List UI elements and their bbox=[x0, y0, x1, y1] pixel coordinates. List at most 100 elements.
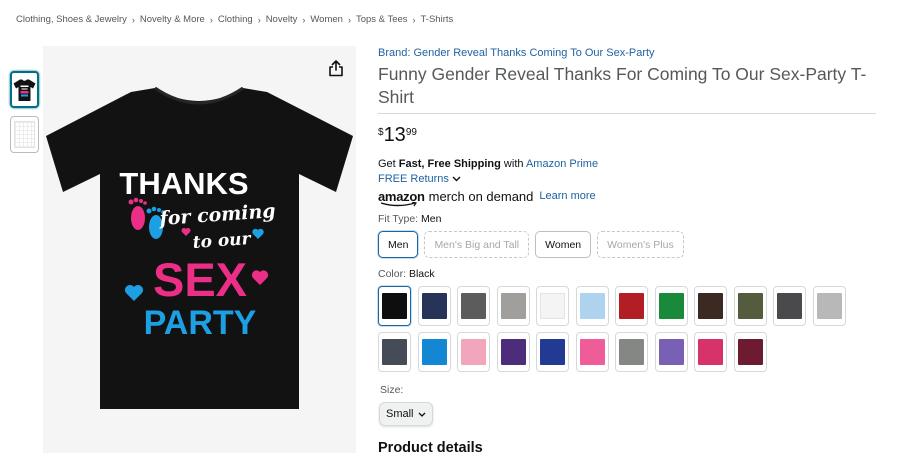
size-dropdown[interactable]: Small bbox=[379, 402, 433, 426]
color-swatch-chip bbox=[540, 293, 565, 319]
thumbnail-shirt-front[interactable] bbox=[10, 71, 39, 108]
breadcrumb-separator: › bbox=[347, 14, 351, 25]
color-swatch-chip bbox=[698, 339, 723, 365]
breadcrumb-link[interactable]: Clothing bbox=[218, 14, 253, 25]
color-swatch-chip bbox=[461, 293, 486, 319]
fit-type-option[interactable]: Women's Plus bbox=[597, 231, 684, 258]
learn-more-link[interactable]: Learn more bbox=[539, 190, 595, 202]
color-swatch-chip bbox=[421, 339, 447, 365]
color-swatch-chip bbox=[737, 339, 763, 365]
breadcrumb-separator: › bbox=[412, 14, 416, 25]
fit-type-option[interactable]: Men's Big and Tall bbox=[424, 231, 530, 258]
price-whole: 13 bbox=[383, 124, 406, 146]
shipping-info: Get Fast, Free Shipping with Amazon Prim… bbox=[378, 158, 878, 170]
price: $ 13 99 bbox=[378, 124, 878, 148]
shipping-bold: Fast, Free Shipping bbox=[398, 158, 501, 170]
color-swatch[interactable] bbox=[615, 286, 648, 326]
color-swatch[interactable] bbox=[417, 332, 451, 372]
amazon-prime-link[interactable]: Amazon Prime bbox=[526, 158, 598, 170]
shirt-thumbnail-icon bbox=[13, 79, 36, 101]
price-fraction: 99 bbox=[405, 127, 417, 138]
shipping-prefix: Get bbox=[378, 158, 399, 170]
fit-type-option[interactable]: Women bbox=[535, 231, 592, 258]
color-swatch-chip bbox=[619, 339, 644, 365]
color-swatch[interactable] bbox=[536, 286, 569, 326]
breadcrumb-link[interactable]: Women bbox=[310, 14, 343, 25]
color-swatches bbox=[378, 286, 858, 378]
color-swatch-chip bbox=[698, 293, 723, 319]
color-swatch[interactable] bbox=[496, 286, 530, 326]
size-chart-icon bbox=[14, 121, 35, 148]
shirt-text-sex: SEX bbox=[153, 253, 247, 306]
color-swatch[interactable] bbox=[733, 286, 767, 326]
chevron-down-icon bbox=[452, 176, 461, 182]
main-product-image[interactable]: THANKS for coming to our SEX PARTY bbox=[43, 46, 356, 453]
color-label: Color: Black bbox=[378, 268, 878, 280]
color-swatch-chip bbox=[579, 339, 605, 365]
share-icon bbox=[329, 59, 343, 76]
color-swatch[interactable] bbox=[536, 332, 569, 372]
color-swatch-chip bbox=[737, 293, 763, 319]
color-swatch[interactable] bbox=[694, 286, 727, 326]
color-swatch[interactable] bbox=[733, 332, 767, 372]
breadcrumb-separator: › bbox=[302, 14, 306, 25]
breadcrumb-link[interactable]: T-Shirts bbox=[421, 14, 454, 25]
color-value: Black bbox=[408, 268, 435, 280]
free-returns-link[interactable]: FREE Returns bbox=[378, 173, 878, 185]
color-swatch[interactable] bbox=[457, 332, 490, 372]
breadcrumb-separator: › bbox=[257, 14, 261, 25]
color-swatch[interactable] bbox=[378, 332, 411, 372]
breadcrumb-link[interactable]: Clothing, Shoes & Jewelry bbox=[16, 14, 127, 25]
color-swatch-chip bbox=[540, 339, 565, 365]
image-thumbnails bbox=[10, 71, 39, 161]
breadcrumb: Clothing, Shoes & Jewelry › Novelty & More… bbox=[16, 14, 453, 25]
color-swatch-chip bbox=[816, 293, 842, 319]
color-swatch[interactable] bbox=[654, 332, 688, 372]
color-swatch-chip bbox=[579, 293, 605, 319]
color-swatch-chip bbox=[619, 293, 644, 319]
color-swatch[interactable] bbox=[812, 286, 846, 326]
brand-link[interactable]: Brand: Gender Reveal Thanks Coming To Ou… bbox=[378, 47, 878, 59]
merch-on-demand: amazon merch on demand Learn more bbox=[378, 187, 878, 206]
breadcrumb-link[interactable]: Novelty & More bbox=[140, 14, 205, 25]
product-details-heading: Product details bbox=[378, 440, 483, 456]
color-swatch[interactable] bbox=[457, 286, 490, 326]
breadcrumb-link[interactable]: Novelty bbox=[266, 14, 298, 25]
color-swatch[interactable] bbox=[575, 286, 609, 326]
share-button[interactable] bbox=[325, 57, 347, 79]
color-swatch[interactable] bbox=[773, 286, 806, 326]
fit-type-options: Men Men's Big and Tall Women Women's Plus bbox=[378, 231, 878, 258]
tshirt-graphic: THANKS for coming to our SEX PARTY bbox=[46, 86, 353, 409]
color-swatch-chip bbox=[500, 293, 526, 319]
shipping-middle: with bbox=[500, 158, 526, 170]
chevron-down-icon bbox=[418, 412, 425, 417]
fit-type-option[interactable]: Men bbox=[378, 231, 419, 258]
color-swatch[interactable] bbox=[378, 286, 411, 326]
color-swatch-chip bbox=[777, 293, 802, 319]
shirt-text-thanks: THANKS bbox=[119, 166, 248, 201]
merch-on-demand-text: merch on demand bbox=[428, 188, 534, 204]
size-value: Small bbox=[386, 408, 414, 420]
color-swatch-chip bbox=[382, 339, 407, 365]
free-returns-label: FREE Returns bbox=[378, 173, 449, 185]
color-swatch[interactable] bbox=[496, 332, 530, 372]
size-label: Size: bbox=[380, 384, 404, 396]
amazon-logo: amazon bbox=[378, 189, 425, 206]
color-swatch[interactable] bbox=[575, 332, 609, 372]
color-swatch-chip bbox=[500, 339, 526, 365]
breadcrumb-link[interactable]: Tops & Tees bbox=[356, 14, 408, 25]
color-swatch[interactable] bbox=[694, 332, 727, 372]
product-info: Brand: Gender Reveal Thanks Coming To Ou… bbox=[378, 47, 878, 378]
fit-type-label-text: Fit Type: bbox=[378, 213, 421, 225]
breadcrumb-separator: › bbox=[209, 14, 213, 25]
color-swatch-chip bbox=[382, 293, 407, 319]
color-swatch-chip bbox=[658, 339, 684, 365]
color-swatch[interactable] bbox=[654, 286, 688, 326]
shirt-text-to-our: to our bbox=[192, 229, 252, 253]
color-swatch[interactable] bbox=[417, 286, 451, 326]
product-title: Funny Gender Reveal Thanks For Coming To… bbox=[378, 63, 876, 114]
shirt-text-party: PARTY bbox=[144, 304, 257, 342]
fit-type-label: Fit Type: Men bbox=[378, 213, 878, 225]
color-swatch[interactable] bbox=[615, 332, 648, 372]
thumbnail-size-chart[interactable] bbox=[10, 116, 39, 153]
